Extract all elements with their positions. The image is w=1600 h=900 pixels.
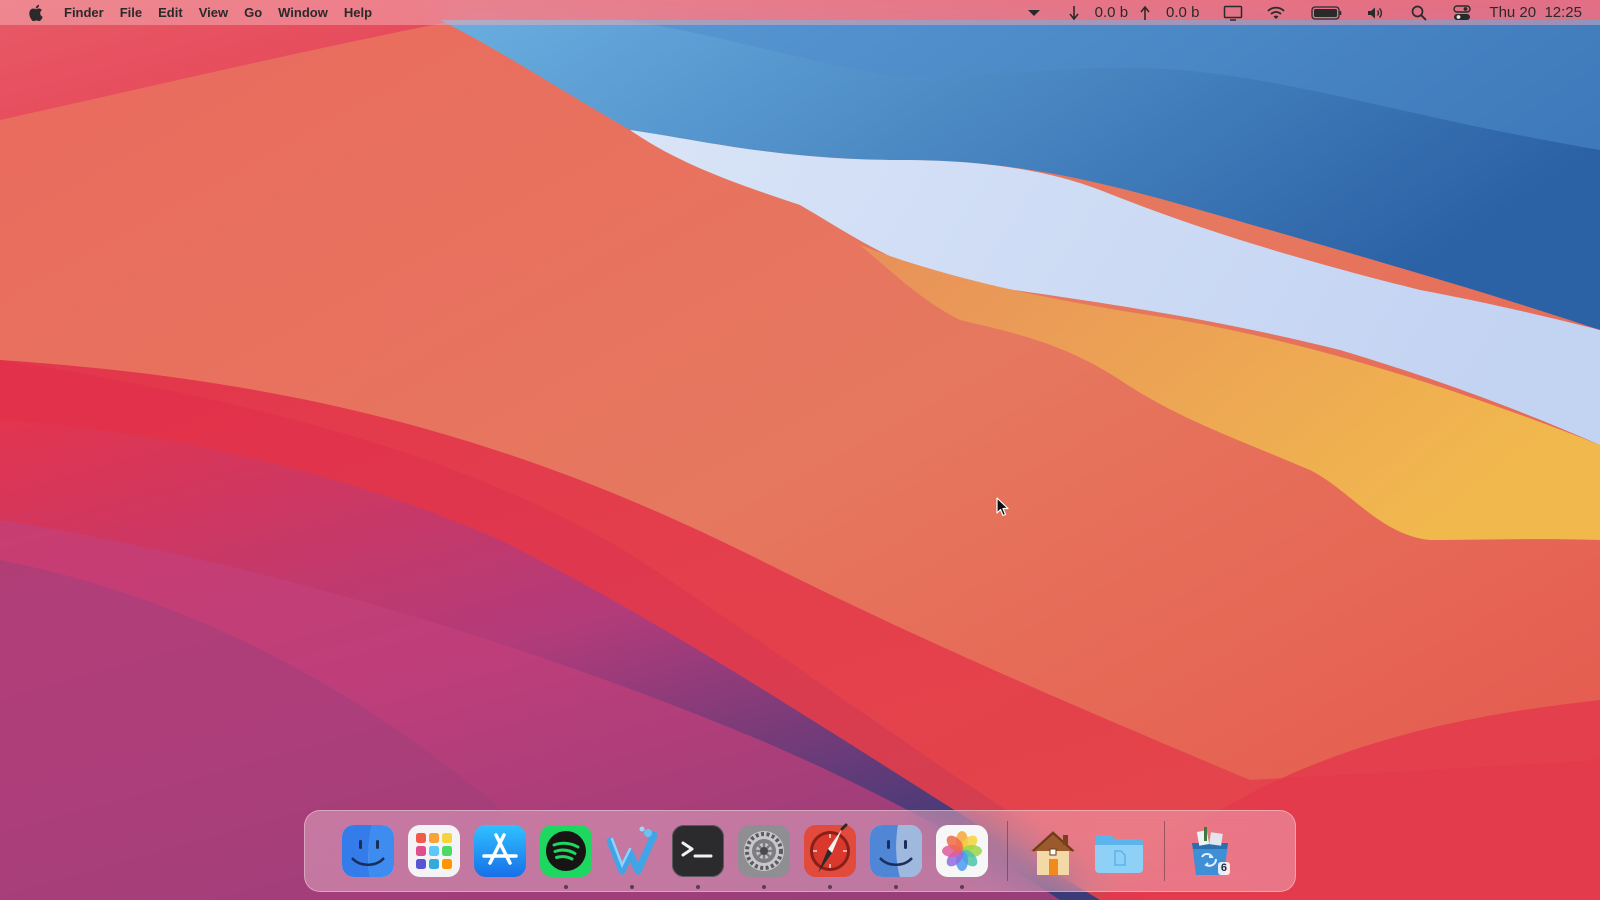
menu-bar: Finder File Edit View Go Window Help 0.0… — [0, 0, 1600, 25]
dock-trash[interactable]: 6 — [1182, 823, 1238, 879]
launchpad-icon — [408, 825, 460, 877]
running-indicator — [828, 885, 832, 889]
menu-window[interactable]: Window — [270, 0, 336, 25]
menu-view[interactable]: View — [191, 0, 236, 25]
dock-finder[interactable] — [340, 823, 396, 879]
menu-go[interactable]: Go — [236, 0, 270, 25]
dock-finder-running[interactable] — [868, 823, 924, 889]
web-browser-icon — [804, 823, 856, 877]
dock-separator — [1007, 821, 1008, 881]
dock-app-store[interactable] — [472, 823, 528, 879]
dock-system-preferences[interactable] — [736, 823, 792, 889]
running-indicator — [696, 885, 700, 889]
menu-bar-left: Finder File Edit View Go Window Help — [26, 0, 380, 25]
menu-edit[interactable]: Edit — [150, 0, 191, 25]
desktop-wallpaper — [0, 0, 1600, 900]
app-store-icon — [474, 825, 526, 877]
home-folder-icon — [1031, 831, 1075, 875]
menu-bar-status-area: 0.0 b 0.0 b Thu 20 12:25 — [1019, 0, 1588, 25]
dock-terminal[interactable] — [670, 823, 726, 889]
system-preferences-icon — [738, 825, 790, 877]
upload-rate: 0.0 b — [1166, 4, 1200, 21]
running-indicator — [630, 885, 634, 889]
running-indicator — [894, 885, 898, 889]
trash-count-badge: 6 — [1217, 862, 1230, 875]
dock-home-folder[interactable] — [1025, 823, 1081, 879]
waterfox-icon — [606, 826, 658, 875]
terminal-icon — [672, 825, 724, 877]
photos-icon — [936, 825, 988, 877]
dropdown-icon[interactable] — [1019, 0, 1049, 25]
display-icon[interactable] — [1209, 0, 1251, 25]
spotify-icon — [540, 825, 592, 877]
menu-file[interactable]: File — [112, 0, 150, 25]
menu-help[interactable]: Help — [336, 0, 380, 25]
control-center-icon[interactable] — [1435, 0, 1479, 25]
running-indicator — [960, 885, 964, 889]
running-indicator — [564, 885, 568, 889]
dock-waterfox[interactable] — [604, 823, 660, 889]
apple-menu-icon[interactable] — [26, 0, 44, 25]
dock-photos[interactable] — [934, 823, 990, 889]
download-rate: 0.0 b — [1094, 4, 1129, 21]
spotlight-search-icon[interactable] — [1393, 0, 1435, 25]
dock-launchpad[interactable] — [406, 823, 462, 879]
wifi-icon[interactable] — [1251, 0, 1293, 25]
network-monitor[interactable]: 0.0 b 0.0 b — [1049, 0, 1210, 25]
menu-app-name[interactable]: Finder — [56, 0, 112, 25]
dock-separator — [1164, 821, 1165, 881]
documents-folder-icon — [1095, 835, 1143, 873]
menu-bar-clock[interactable]: Thu 20 12:25 — [1479, 4, 1588, 21]
mouse-cursor-icon — [996, 497, 1009, 517]
finder-icon — [870, 825, 922, 877]
battery-icon[interactable] — [1293, 0, 1351, 25]
dock: 6 — [304, 810, 1296, 892]
dock-spotify[interactable] — [538, 823, 594, 889]
download-arrow-icon — [1069, 5, 1079, 20]
running-indicator — [762, 885, 766, 889]
volume-icon[interactable] — [1351, 0, 1393, 25]
dock-documents-folder[interactable] — [1091, 823, 1147, 879]
upload-arrow-icon — [1140, 5, 1150, 20]
finder-icon — [342, 825, 394, 877]
dock-web-browser[interactable] — [802, 823, 858, 889]
